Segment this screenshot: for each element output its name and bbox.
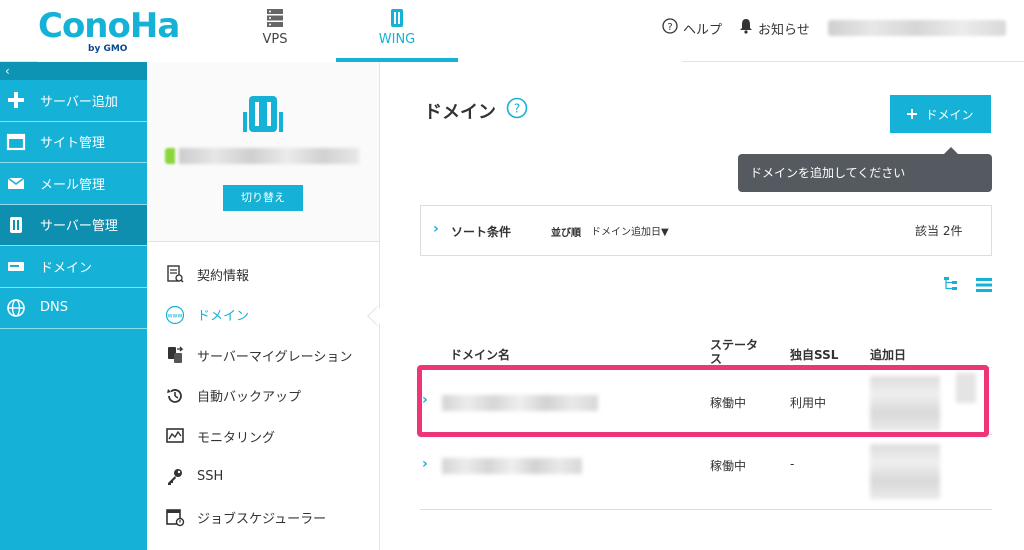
- list-view-icon[interactable]: [976, 277, 992, 296]
- sidebar-item-add-server[interactable]: サーバー追加: [0, 80, 147, 122]
- date-blurred: [870, 444, 940, 499]
- sidebar-collapse-button[interactable]: ‹: [0, 62, 147, 80]
- scheduler-icon: [166, 509, 185, 527]
- menu-item-label: モニタリング: [197, 430, 276, 446]
- switch-server-button[interactable]: 切り替え: [223, 185, 303, 211]
- tab-vps[interactable]: VPS: [215, 0, 335, 62]
- menu-item-migration[interactable]: サーバーマイグレーション: [147, 335, 379, 376]
- sort-panel[interactable]: › ソート条件 並び順 ドメイン追加日▼ 該当 2件: [420, 205, 992, 256]
- menu-item-label: ジョブスケジューラー: [197, 511, 327, 527]
- ssl-cell: -: [790, 457, 795, 471]
- menu-item-scheduler[interactable]: ジョブスケジューラー: [147, 497, 379, 538]
- highlight-annotation-box: [417, 365, 989, 437]
- add-domain-button[interactable]: ドメイン: [890, 95, 991, 133]
- menu-item-monitoring[interactable]: モニタリング: [147, 416, 379, 457]
- help-link[interactable]: ? ヘルプ: [662, 18, 722, 38]
- svg-text:?: ?: [667, 22, 672, 33]
- top-header: ConoHa by GMO VPS WING ? ヘルプ お知らせ: [0, 0, 1024, 494]
- contract-icon: [167, 265, 184, 283]
- menu-item-label: 契約情報: [197, 268, 250, 284]
- menu-item-domain[interactable]: www ドメイン: [147, 295, 379, 336]
- backup-icon: [167, 388, 182, 403]
- domain-name-blurred: [442, 458, 582, 474]
- globe-icon: [7, 298, 25, 317]
- server-menu: 契約情報 www ドメイン サーバーマイグレーション 自動バックアップ モニタリ…: [147, 242, 379, 538]
- conoha-logo[interactable]: ConoHa by GMO: [38, 6, 682, 494]
- column-header-ssl: 独自SSL: [790, 348, 839, 362]
- server-name-blurred: [165, 146, 359, 166]
- main-sidebar: ‹ サーバー追加 サイト管理 メール管理 サーバー管理 ドメイン DNS: [0, 62, 147, 550]
- chevron-right-icon: ›: [433, 221, 439, 237]
- sidebar-item-label: サイト管理: [40, 136, 106, 152]
- plus-icon: [8, 92, 24, 109]
- sort-label: ソート条件: [451, 225, 512, 239]
- menu-item-backup[interactable]: 自動バックアップ: [147, 376, 379, 417]
- bell-icon: [739, 18, 753, 38]
- sidebar-item-site[interactable]: サイト管理: [0, 122, 147, 163]
- sidebar-item-dns[interactable]: DNS: [0, 288, 147, 329]
- chevron-right-icon[interactable]: ›: [422, 456, 428, 472]
- blurred-text: [179, 148, 359, 164]
- tab-vps-label: VPS: [262, 32, 288, 47]
- mail-icon: [7, 177, 25, 190]
- domain-icon: [8, 262, 24, 272]
- server-summary: 切り替え: [147, 62, 379, 242]
- main-content: ドメイン ? ドメイン ドメインを追加してください › ソート条件 並び順 ドメ…: [380, 62, 1024, 550]
- sidebar-item-domain[interactable]: ドメイン: [0, 246, 147, 288]
- svg-text:?: ?: [514, 102, 520, 116]
- result-count: 該当 2件: [915, 224, 963, 238]
- notice-link[interactable]: お知らせ: [739, 18, 810, 38]
- page-title: ドメイン: [424, 102, 496, 123]
- svg-text:www: www: [168, 312, 183, 319]
- logo-subtext: by GMO: [88, 44, 128, 54]
- menu-item-label: SSH: [197, 469, 224, 485]
- monitor-icon: [166, 428, 184, 444]
- menu-item-label: サーバーマイグレーション: [197, 349, 353, 365]
- sidebar-item-label: ドメイン: [40, 260, 93, 276]
- title-help-icon[interactable]: ?: [506, 97, 528, 123]
- menu-item-label: ドメイン: [197, 309, 250, 325]
- column-header-status: ステータス: [710, 338, 759, 366]
- menu-item-contract[interactable]: 契約情報: [147, 254, 379, 295]
- tab-wing-label: WING: [378, 32, 416, 47]
- sidebar-item-label: DNS: [40, 300, 68, 316]
- sidebar-item-label: メール管理: [40, 177, 106, 193]
- key-icon: [168, 468, 182, 485]
- wing-server-icon: [388, 8, 406, 32]
- migration-icon: [168, 346, 184, 364]
- window-icon: [6, 133, 26, 150]
- www-icon: www: [165, 305, 185, 324]
- sidebar-item-label: サーバー追加: [40, 94, 118, 110]
- plus-icon: [907, 109, 918, 119]
- add-domain-tooltip: ドメインを追加してください: [738, 147, 992, 192]
- column-header-domain-name: ドメイン名: [450, 348, 511, 362]
- sidebar-item-label: サーバー管理: [40, 219, 118, 235]
- order-label: 並び順: [551, 228, 581, 239]
- tree-view-icon[interactable]: [943, 276, 959, 296]
- server-large-icon: [241, 92, 285, 140]
- server-stack-icon: [266, 8, 284, 32]
- add-domain-label: ドメイン: [925, 107, 974, 122]
- sidebar-item-server[interactable]: サーバー管理: [0, 204, 147, 246]
- order-dropdown[interactable]: ドメイン追加日▼: [591, 223, 669, 238]
- notice-label: お知らせ: [758, 22, 810, 38]
- menu-item-label: 自動バックアップ: [197, 390, 302, 406]
- server-icon: [10, 216, 22, 233]
- menu-item-ssh[interactable]: SSH: [147, 457, 379, 498]
- tab-wing[interactable]: WING: [336, 0, 458, 62]
- server-panel: 切り替え 契約情報 www ドメイン サーバーマイグレーション 自動バックアップ…: [147, 62, 380, 550]
- user-account-blurred[interactable]: [828, 20, 1006, 36]
- column-header-added-date: 追加日: [870, 348, 907, 362]
- question-circle-icon: ?: [662, 18, 678, 38]
- help-label: ヘルプ: [683, 22, 723, 38]
- table-row[interactable]: › 稼働中 -: [420, 436, 992, 510]
- status-indicator: [165, 148, 175, 164]
- sidebar-item-mail[interactable]: メール管理: [0, 163, 147, 205]
- status-cell: 稼働中: [710, 459, 747, 473]
